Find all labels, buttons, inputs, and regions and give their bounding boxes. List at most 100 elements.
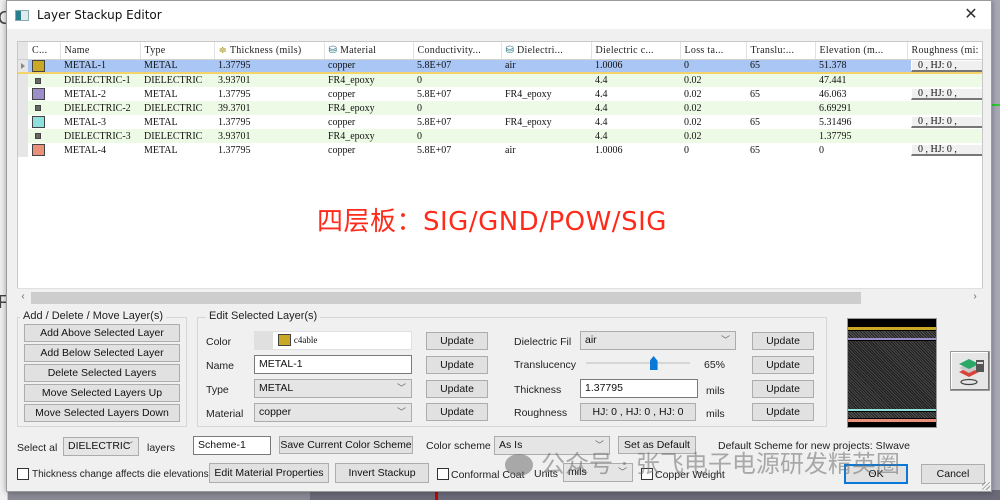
dielectric-fill-select[interactable]: air ﹀ bbox=[580, 331, 736, 350]
delete-layers-button[interactable]: Delete Selected Layers bbox=[24, 364, 180, 382]
row-header[interactable] bbox=[18, 73, 28, 87]
add-above-button[interactable]: Add Above Selected Layer bbox=[24, 324, 180, 342]
move-up-button[interactable]: Move Selected Layers Up bbox=[24, 384, 180, 402]
cell-thickness[interactable]: 1.37795 bbox=[214, 59, 324, 74]
cell-type[interactable]: DIELECTRIC bbox=[140, 73, 214, 87]
conformal-coat-checkbox[interactable] bbox=[437, 468, 449, 480]
cell-roughness[interactable] bbox=[907, 73, 982, 87]
roughness-cell-button[interactable]: 0 , HJ: 0 , bbox=[911, 144, 982, 156]
slider-thumb[interactable] bbox=[649, 356, 658, 370]
column-header-dielectric-fill[interactable]: ⛁ Dielectri... bbox=[501, 42, 592, 60]
update-roughness-button[interactable]: Update bbox=[752, 403, 814, 421]
color-picker[interactable]: c4able bbox=[254, 331, 412, 350]
cell-loss-tangent[interactable]: 0.02 bbox=[680, 115, 746, 129]
cell-type[interactable]: METAL bbox=[140, 59, 214, 74]
update-material-button[interactable]: Update bbox=[426, 403, 488, 421]
cell-elevation[interactable]: 46.063 bbox=[815, 87, 907, 101]
cell-name[interactable]: METAL-2 bbox=[60, 87, 140, 101]
column-header-material[interactable]: ⛁ Material bbox=[324, 42, 414, 60]
cell-translucency[interactable] bbox=[746, 129, 815, 143]
scrollbar-thumb[interactable] bbox=[31, 292, 861, 304]
cell-conductivity[interactable]: 5.8E+07 bbox=[413, 59, 501, 74]
cell-dielectric-fill[interactable] bbox=[501, 101, 591, 115]
update-dielectric-fill-button[interactable]: Update bbox=[752, 332, 814, 350]
update-name-button[interactable]: Update bbox=[426, 356, 488, 374]
cell-roughness[interactable]: 0 , HJ: 0 , bbox=[907, 87, 982, 101]
cell-dielectric-fill[interactable]: air bbox=[501, 59, 591, 74]
cell-thickness[interactable]: 39.3701 bbox=[214, 101, 324, 115]
cell-loss-tangent[interactable]: 0.02 bbox=[680, 129, 746, 143]
cell-name[interactable]: DIELECTRIC-2 bbox=[60, 101, 140, 115]
thickness-field[interactable]: 1.37795 bbox=[580, 379, 698, 398]
copper-weight-checkbox[interactable] bbox=[641, 468, 653, 480]
title-bar[interactable]: Layer Stackup Editor ✕ bbox=[7, 1, 991, 29]
cell-loss-tangent[interactable]: 0.02 bbox=[680, 73, 746, 87]
cell-elevation[interactable]: 47.441 bbox=[815, 73, 907, 87]
close-button[interactable]: ✕ bbox=[961, 5, 981, 25]
cell-roughness[interactable]: 0 , HJ: 0 , bbox=[907, 59, 982, 74]
table-row[interactable]: DIELECTRIC-2 DIELECTRIC 39.3701 FR4_epoxy 0 4… bbox=[18, 101, 982, 115]
column-header-color[interactable]: C... bbox=[28, 42, 61, 60]
cell-name[interactable]: DIELECTRIC-3 bbox=[60, 129, 140, 143]
cell-translucency[interactable]: 65 bbox=[746, 87, 815, 101]
column-header-roughness[interactable]: Roughness (mi: bbox=[907, 42, 982, 60]
row-header[interactable] bbox=[18, 143, 28, 157]
cell-type[interactable]: METAL bbox=[140, 115, 214, 129]
cell-conductivity[interactable]: 5.8E+07 bbox=[413, 115, 501, 129]
table-row[interactable]: METAL-3 METAL 1.37795 copper 5.8E+07 FR4_epox… bbox=[18, 115, 982, 129]
cell-conductivity[interactable]: 0 bbox=[413, 73, 501, 87]
scroll-right-icon[interactable]: › bbox=[969, 291, 981, 305]
save-color-scheme-button[interactable]: Save Current Color Scheme bbox=[279, 436, 413, 454]
roughness-button[interactable]: HJ: 0 , HJ: 0 , HJ: 0 bbox=[580, 403, 696, 421]
cell-dielectric-const[interactable]: 4.4 bbox=[591, 73, 680, 87]
cell-type[interactable]: DIELECTRIC bbox=[140, 101, 214, 115]
cell-dielectric-const[interactable]: 4.4 bbox=[591, 87, 680, 101]
cell-loss-tangent[interactable]: 0 bbox=[680, 143, 746, 157]
cell-roughness[interactable] bbox=[907, 129, 982, 143]
cancel-button[interactable]: Cancel bbox=[921, 464, 985, 484]
move-down-button[interactable]: Move Selected Layers Down bbox=[24, 404, 180, 422]
table-row[interactable]: METAL-4 METAL 1.37795 copper 5.8E+07 air 1.000… bbox=[18, 143, 982, 157]
row-header[interactable] bbox=[18, 87, 28, 101]
layer-color-cell[interactable] bbox=[28, 143, 60, 157]
column-header-conductivity[interactable]: Conductivity... bbox=[413, 42, 502, 60]
cell-dielectric-const[interactable]: 4.4 bbox=[591, 101, 680, 115]
cell-name[interactable]: METAL-3 bbox=[60, 115, 140, 129]
cell-translucency[interactable]: 65 bbox=[746, 59, 815, 74]
layer-color-cell[interactable] bbox=[28, 87, 60, 101]
layer-color-cell[interactable] bbox=[28, 101, 60, 115]
cell-material[interactable]: copper bbox=[324, 143, 413, 157]
roughness-cell-button[interactable]: 0 , HJ: 0 , bbox=[911, 59, 982, 71]
layer-color-cell[interactable] bbox=[28, 115, 60, 129]
column-header-loss-tangent[interactable]: Loss ta... bbox=[680, 42, 747, 60]
cell-dielectric-const[interactable]: 4.4 bbox=[591, 129, 680, 143]
translucency-slider[interactable] bbox=[586, 354, 690, 372]
cell-conductivity[interactable]: 5.8E+07 bbox=[413, 87, 501, 101]
cell-translucency[interactable]: 65 bbox=[746, 115, 815, 129]
column-header-dielectric-constant[interactable]: Dielectric c... bbox=[591, 42, 681, 60]
set-default-button[interactable]: Set as Default bbox=[618, 436, 696, 454]
update-color-button[interactable]: Update bbox=[426, 332, 488, 350]
layer-color-cell[interactable] bbox=[28, 59, 60, 74]
add-below-button[interactable]: Add Below Selected Layer bbox=[24, 344, 180, 362]
cell-elevation[interactable]: 5.31496 bbox=[815, 115, 907, 129]
thickness-affects-elevations-checkbox[interactable] bbox=[17, 468, 29, 480]
column-header-translucency[interactable]: Translu:... bbox=[746, 42, 816, 60]
cell-thickness[interactable]: 1.37795 bbox=[214, 115, 324, 129]
cell-material[interactable]: FR4_epoxy bbox=[324, 73, 413, 87]
cell-roughness[interactable] bbox=[907, 101, 982, 115]
cell-dielectric-fill[interactable]: air bbox=[501, 143, 591, 157]
color-scheme-select[interactable]: As Is ﹀ bbox=[494, 436, 610, 455]
select-all-type-select[interactable]: DIELECTRIC ﹀ bbox=[63, 437, 139, 456]
cell-name[interactable]: DIELECTRIC-1 bbox=[60, 73, 140, 87]
cell-conductivity[interactable]: 0 bbox=[413, 129, 501, 143]
table-horizontal-scrollbar[interactable]: ‹ › bbox=[17, 288, 983, 306]
cell-dielectric-fill[interactable]: FR4_epoxy bbox=[501, 115, 591, 129]
row-header[interactable] bbox=[18, 129, 28, 143]
cell-elevation[interactable]: 6.69291 bbox=[815, 101, 907, 115]
ok-button[interactable]: OK bbox=[844, 464, 908, 484]
stackup-3d-button[interactable] bbox=[950, 351, 990, 391]
layer-color-cell[interactable] bbox=[28, 73, 60, 87]
type-select[interactable]: METAL ﹀ bbox=[254, 379, 412, 398]
table-row[interactable]: DIELECTRIC-3 DIELECTRIC 3.93701 FR4_epoxy 0 4… bbox=[18, 129, 982, 143]
